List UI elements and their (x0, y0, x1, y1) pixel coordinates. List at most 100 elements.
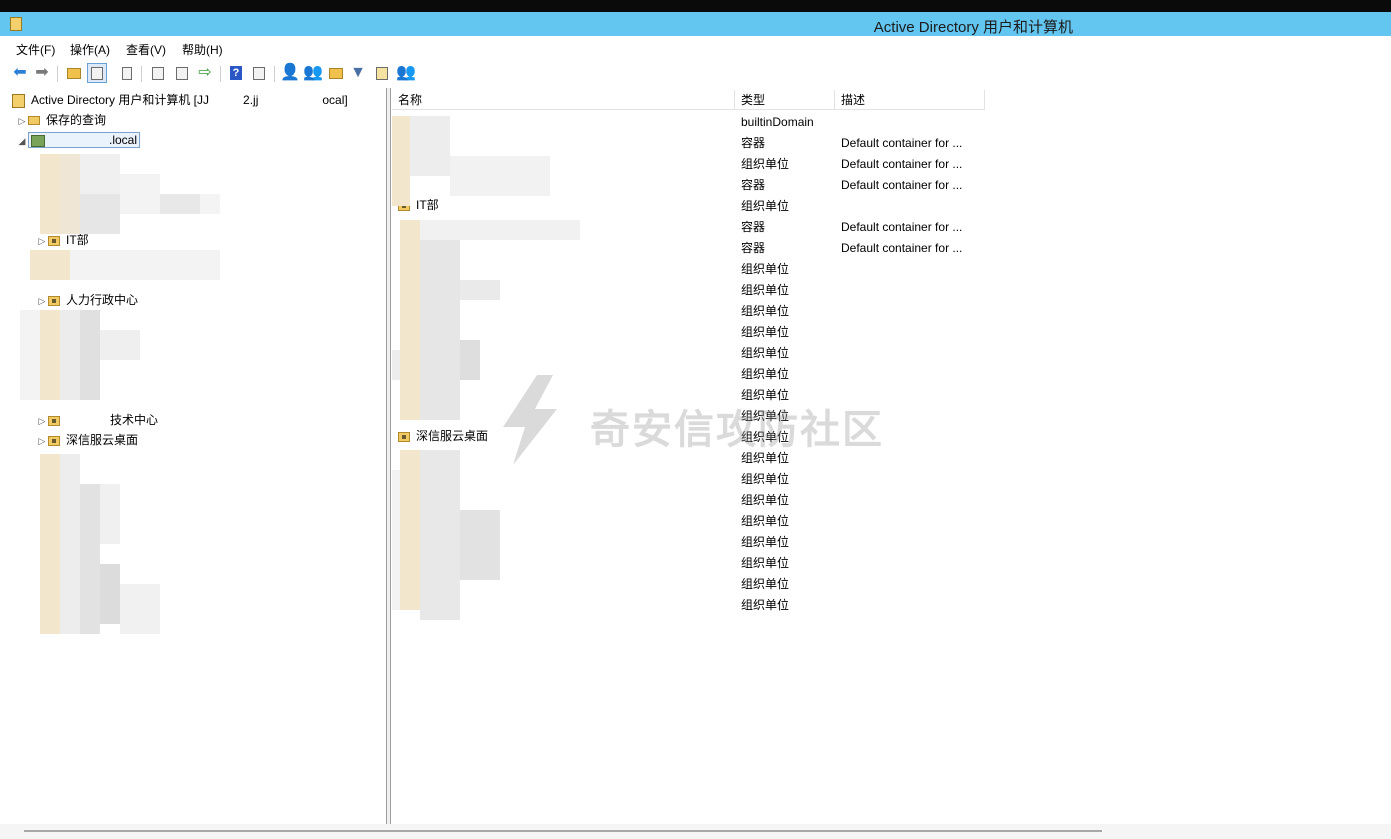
up-folder-icon (67, 67, 81, 79)
ou-folder-icon (48, 415, 60, 426)
redaction-blur (28, 450, 188, 640)
find-icon (376, 66, 388, 80)
tree-item-label: 保存的查询 (46, 113, 107, 127)
help-button[interactable]: ? (226, 63, 246, 83)
menu-help[interactable]: 帮助(H) (182, 41, 223, 58)
add-to-group-button[interactable]: 👥 (396, 63, 416, 83)
toolbar-separator (141, 66, 142, 82)
list-item-type[interactable]: 组织单位 (741, 490, 789, 511)
new-group-icon: 👥 (303, 64, 323, 81)
console-tree-icon (91, 66, 103, 80)
tree-item-saved-queries[interactable]: ▷ 保存的查询 (16, 111, 106, 129)
find-button[interactable] (372, 63, 392, 83)
expand-chevron-icon[interactable]: ▷ (36, 412, 48, 430)
new-user-button[interactable]: 👤 (280, 63, 300, 83)
pane-splitter[interactable] (386, 88, 391, 824)
aduc-root-icon (12, 93, 25, 108)
list-item-type[interactable]: 组织单位 (741, 469, 789, 490)
domain-label: .local (109, 133, 138, 147)
tree-root-aduc[interactable]: Active Directory 用户和计算机 [JJ 2.jj ocal] (12, 91, 348, 109)
list-item-type[interactable]: 组织单位 (741, 574, 789, 595)
expand-chevron-icon[interactable]: ▷ (36, 432, 48, 450)
refresh-button[interactable] (172, 63, 192, 83)
filter-button[interactable]: ▼ (348, 63, 368, 83)
list-item-type[interactable]: 组织单位 (741, 448, 789, 469)
scrollbar-thumb[interactable] (24, 830, 1102, 832)
list-item-type[interactable]: 组织单位 (741, 532, 789, 553)
list-item-type[interactable]: 组织单位 (741, 427, 789, 448)
list-item-type[interactable]: 组织单位 (741, 553, 789, 574)
list-item-type[interactable]: 组织单位 (741, 301, 789, 322)
new-group-button[interactable]: 👥 (303, 63, 323, 83)
list-item-type[interactable]: 组织单位 (741, 595, 789, 616)
tree-item-label: 深信服云桌面 (66, 433, 139, 447)
tree-item-domain[interactable]: ◢ .local (16, 131, 141, 149)
toolbar-separator (57, 66, 58, 82)
toolbar-separator (274, 66, 275, 82)
show-hide-console-tree-button[interactable] (87, 63, 107, 83)
list-item-type[interactable]: 组织单位 (741, 343, 789, 364)
toolbar: ⬅ ➡ ⇨ ? 👤 👥 ▼ 👥 (0, 60, 1391, 86)
up-level-button[interactable] (64, 63, 84, 83)
refresh-icon (176, 66, 188, 80)
remote-desktop-bar (0, 0, 1391, 12)
clipboard-icon (122, 66, 132, 80)
properties-icon (152, 66, 164, 80)
list-item-description[interactable]: Default container for ... (841, 217, 962, 238)
new-ou-button[interactable] (326, 63, 346, 83)
list-item-description[interactable]: Default container for ... (841, 238, 962, 259)
properties-button[interactable] (148, 63, 168, 83)
export-icon: ⇨ (198, 64, 212, 81)
list-item-type[interactable]: 组织单位 (741, 280, 789, 301)
menu-action[interactable]: 操作(A) (70, 41, 110, 58)
aduc-app-icon (10, 17, 22, 31)
domain-selection[interactable]: .local (28, 132, 141, 148)
toolbar-separator (220, 66, 221, 82)
forward-button[interactable]: ➡ (32, 63, 52, 83)
horizontal-scrollbar[interactable] (0, 824, 1391, 839)
tree-item-ou-tech[interactable]: ▷ 技术中心 (36, 411, 158, 429)
column-header-name[interactable]: 名称 (392, 90, 735, 110)
list-item-type[interactable]: 组织单位 (741, 406, 789, 427)
list-item-type[interactable]: 组织单位 (741, 154, 789, 175)
list-item-type[interactable]: 组织单位 (741, 364, 789, 385)
console-tree[interactable]: Active Directory 用户和计算机 [JJ 2.jj ocal] ▷ 保存… (8, 90, 386, 822)
tree-item-ou-cloud-desktop[interactable]: ▷ 深信服云桌面 (36, 431, 138, 449)
redaction-blur (392, 116, 580, 626)
column-header-type[interactable]: 类型 (735, 90, 835, 110)
tree-item-label: 技术中心 (110, 413, 159, 427)
list-item-type[interactable]: 容器 (741, 238, 765, 259)
list-item-type[interactable]: 组织单位 (741, 385, 789, 406)
list-item-description[interactable]: Default container for ... (841, 175, 962, 196)
domain-icon (31, 134, 45, 147)
window-title-bar[interactable]: Active Directory 用户和计算机 (0, 12, 1391, 36)
list-item-type[interactable]: 容器 (741, 175, 765, 196)
column-header-description[interactable]: 描述 (835, 90, 985, 110)
redaction-blur (20, 148, 250, 408)
console-icon (253, 66, 265, 80)
clipboard-button[interactable] (117, 63, 137, 83)
tree-root-label-fragment: 2.jj (243, 93, 259, 107)
list-item-type[interactable]: 容器 (741, 133, 765, 154)
expand-chevron-icon[interactable]: ▷ (16, 112, 28, 130)
list-item-type[interactable]: 组织单位 (741, 196, 789, 217)
show-console-button[interactable] (249, 63, 269, 83)
filter-icon: ▼ (350, 64, 366, 81)
list-item-type[interactable]: 组织单位 (741, 259, 789, 280)
window-title: Active Directory 用户和计算机 (873, 19, 1073, 36)
menu-file[interactable]: 文件(F) (16, 41, 55, 58)
list-item-type[interactable]: 容器 (741, 217, 765, 238)
list-item-type[interactable]: builtinDomain (741, 112, 814, 133)
back-button[interactable]: ⬅ (10, 63, 30, 83)
new-user-icon: 👤 (280, 64, 300, 81)
forward-arrow-icon: ➡ (35, 64, 49, 81)
list-item-type[interactable]: 组织单位 (741, 511, 789, 532)
list-item-type[interactable]: 组织单位 (741, 322, 789, 343)
details-list[interactable]: 名称 类型 描述 builtinDomain 容器 Default containe… (392, 90, 1391, 822)
menu-view[interactable]: 查看(V) (126, 41, 166, 58)
list-item-description[interactable]: Default container for ... (841, 154, 962, 175)
back-arrow-icon: ⬅ (13, 64, 27, 81)
tree-root-label-suffix: ocal] (322, 93, 348, 107)
list-item-description[interactable]: Default container for ... (841, 133, 962, 154)
export-list-button[interactable]: ⇨ (195, 63, 215, 83)
